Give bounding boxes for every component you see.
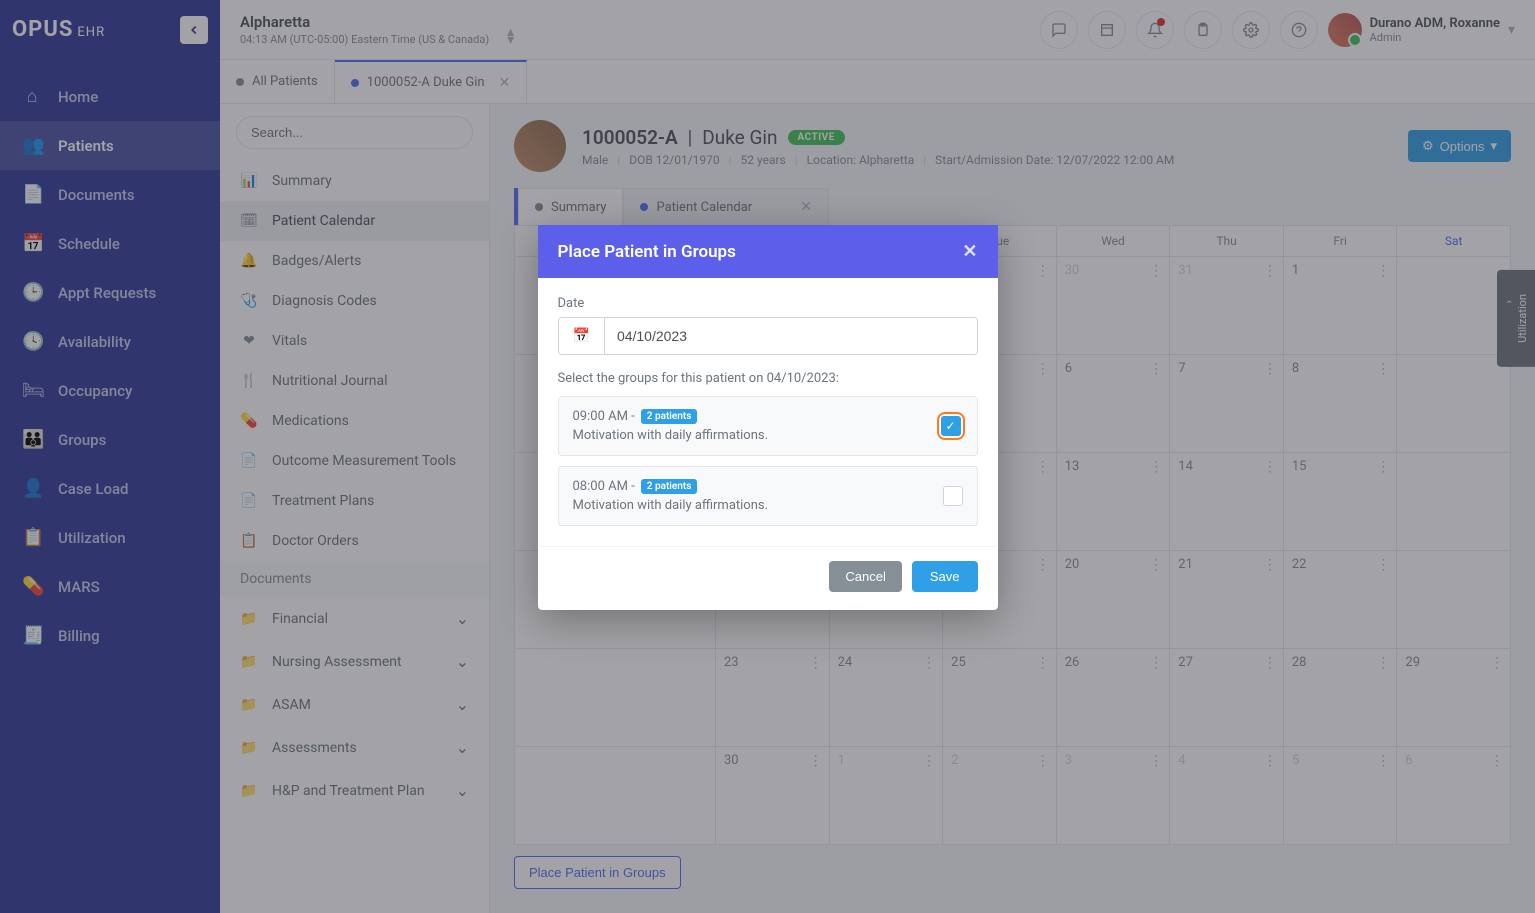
modal-footer: Cancel Save — [538, 546, 998, 610]
save-button[interactable]: Save — [912, 561, 978, 592]
date-label: Date — [558, 296, 978, 311]
cancel-button[interactable]: Cancel — [829, 561, 901, 592]
select-groups-label: Select the groups for this patient on 04… — [558, 371, 978, 386]
group-time: 08:00 AM - — [573, 479, 635, 494]
group-time: 09:00 AM - — [573, 409, 635, 424]
group-description: Motivation with daily affirmations. — [573, 498, 769, 513]
place-patient-modal: Place Patient in Groups ✕ Date 📅 Select … — [538, 225, 998, 610]
group-option[interactable]: 08:00 AM - 2 patients Motivation with da… — [558, 466, 978, 526]
group-checkbox[interactable] — [943, 486, 963, 506]
patients-badge: 2 patients — [641, 409, 698, 424]
calendar-icon[interactable]: 📅 — [559, 318, 605, 354]
group-description: Motivation with daily affirmations. — [573, 428, 769, 443]
modal-close-button[interactable]: ✕ — [962, 241, 977, 262]
patients-badge: 2 patients — [641, 479, 698, 494]
group-info: 08:00 AM - 2 patients Motivation with da… — [573, 479, 769, 513]
date-input-group: 📅 — [558, 317, 978, 355]
modal-header: Place Patient in Groups ✕ — [538, 225, 998, 278]
group-info: 09:00 AM - 2 patients Motivation with da… — [573, 409, 769, 443]
modal-overlay: Place Patient in Groups ✕ Date 📅 Select … — [0, 0, 1535, 913]
group-option[interactable]: 09:00 AM - 2 patients Motivation with da… — [558, 396, 978, 456]
group-checkbox[interactable]: ✓ — [941, 416, 961, 436]
modal-title: Place Patient in Groups — [558, 242, 736, 262]
checkbox-highlight: ✓ — [939, 414, 963, 438]
date-input[interactable] — [605, 318, 977, 354]
modal-body: Date 📅 Select the groups for this patien… — [538, 278, 998, 546]
